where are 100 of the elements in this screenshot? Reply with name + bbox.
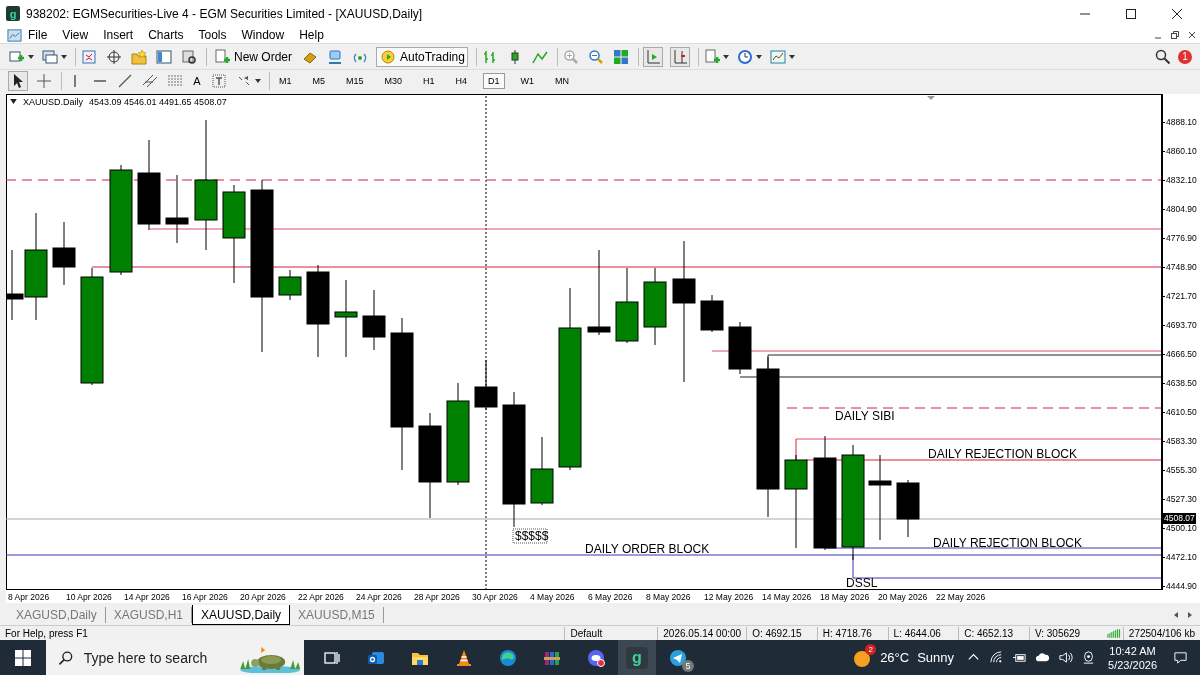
clock-date[interactable]: 5/23/2026	[1108, 657, 1157, 672]
app-icon: g	[6, 6, 20, 22]
scroll-marker-icon	[927, 95, 935, 100]
text-tool[interactable]: A	[191, 74, 203, 87]
search-field[interactable]: Type here to search	[81, 648, 236, 667]
browser-icon[interactable]	[498, 647, 518, 668]
menu-item[interactable]: File	[28, 28, 48, 43]
terminal-window-icon[interactable]	[155, 47, 173, 66]
current-price-label: 4508.07	[1163, 512, 1196, 524]
search-box[interactable]: Type here to search	[46, 640, 304, 675]
price-tick-label: 4693.70	[1166, 318, 1197, 331]
status-text: O: 4692.15	[746, 626, 817, 640]
timeframe-button[interactable]: H4	[450, 72, 473, 89]
caret-icon[interactable]	[61, 54, 67, 59]
window-title: 938202: EGMSecurities-Live 4 - EGM Securities Limited - [XAUUSD,Daily]	[26, 6, 423, 21]
zoom-out-icon[interactable]	[586, 47, 605, 66]
candle	[530, 436, 554, 506]
app-icon[interactable]: g	[626, 646, 648, 669]
market-watch-icon[interactable]	[80, 47, 98, 66]
chart-symbol: XAUUSD.Daily	[23, 96, 83, 107]
date-tick-label: 24 Apr 2026	[356, 591, 402, 602]
candle	[728, 321, 752, 375]
date-tick-label: 10 Apr 2026	[66, 591, 112, 602]
candle	[52, 221, 76, 286]
autotrading-icon	[379, 47, 397, 66]
price-tick-label: 4555.30	[1166, 463, 1197, 476]
speaker-icon[interactable]	[1058, 650, 1074, 665]
chart-label: DAILY SIBI	[835, 408, 895, 423]
scroll-right-icon[interactable]	[1186, 611, 1194, 620]
chart-label: $$$$$	[512, 528, 549, 544]
caret-icon[interactable]	[28, 54, 34, 59]
chart-tab[interactable]: XAGUSD,Daily	[8, 607, 106, 624]
date-tick-label: 16 Apr 2026	[182, 591, 228, 602]
menu-item[interactable]: Help	[299, 28, 324, 43]
navigator-icon[interactable]	[105, 47, 123, 66]
dropdown-icon[interactable]	[10, 99, 17, 105]
caret-icon[interactable]	[255, 78, 261, 83]
ohlc-values: 4543.09 4546.01 4491.65 4508.07	[89, 96, 227, 107]
price-tick-label: 4888.10	[1166, 115, 1197, 128]
date-tick-label: 18 May 2026	[820, 591, 870, 602]
auto-scroll-icon[interactable]	[669, 46, 690, 67]
new-order-button[interactable]: New Order	[211, 46, 294, 67]
date-tick-label: 22 May 2026	[936, 591, 986, 602]
chart-shift-icon[interactable]	[642, 46, 663, 67]
date-tick-label: 20 Apr 2026	[240, 591, 286, 602]
timeframe-button[interactable]: M1	[274, 72, 297, 89]
caret-icon[interactable]	[755, 54, 762, 59]
menu-item[interactable]: Insert	[103, 28, 134, 43]
timeframe-button[interactable]: M30	[379, 72, 408, 89]
price-tick-label: 4748.90	[1166, 260, 1197, 273]
strategy-tester-icon[interactable]	[180, 47, 198, 66]
candle	[165, 174, 189, 244]
text-label-icon[interactable]	[210, 71, 228, 90]
candle	[700, 294, 724, 333]
chart-label: DSSL	[846, 575, 878, 590]
server-icon[interactable]	[326, 47, 344, 66]
chart-label: DAILY REJECTION BLOCK	[928, 446, 1077, 461]
candle	[362, 289, 386, 351]
temperature-text[interactable]: 26°C	[880, 650, 910, 665]
menu-item[interactable]: Window	[241, 28, 285, 43]
search-icon[interactable]	[1154, 47, 1172, 66]
caret-icon[interactable]	[788, 54, 795, 59]
notifications-icon[interactable]	[1173, 650, 1188, 665]
autotrading-button[interactable]: AutoTrading	[376, 46, 468, 67]
status-text: For Help, press F1	[4, 626, 89, 640]
profiles-icon[interactable]	[41, 47, 59, 66]
caret-icon[interactable]	[722, 54, 729, 59]
timeframe-button[interactable]: MN	[550, 72, 575, 89]
notification-badge[interactable]: 1	[1178, 49, 1192, 64]
chart-tab[interactable]: XAUUSD,Daily	[192, 605, 291, 626]
date-tick-label: 22 Apr 2026	[298, 591, 344, 602]
timeframe-button[interactable]: W1	[515, 72, 540, 89]
timeframe-button[interactable]: M5	[307, 72, 331, 89]
tile-windows-icon[interactable]	[611, 47, 630, 66]
timeframe-button[interactable]: D1	[483, 72, 505, 89]
scroll-left-icon[interactable]	[1172, 611, 1180, 620]
status-text: Default	[564, 626, 658, 640]
date-tick-label: 4 May 2026	[530, 591, 575, 602]
price-tick-label: 4804.90	[1166, 202, 1197, 215]
notification-badge: 5	[682, 660, 694, 672]
chart-label: DAILY REJECTION BLOCK	[933, 535, 1082, 550]
price-tick-label: 4776.90	[1166, 231, 1197, 244]
chat-app-icon[interactable]	[586, 647, 606, 668]
date-tick-label: 6 May 2026	[588, 591, 633, 602]
cursor-icon[interactable]	[8, 70, 28, 91]
windows-start-icon[interactable]	[13, 647, 33, 668]
timeframe-button[interactable]: M15	[341, 72, 369, 89]
paper-plane-icon[interactable]	[668, 647, 688, 668]
price-tick-label: 4666.50	[1166, 347, 1197, 360]
search-icon	[58, 649, 74, 666]
chart-tab[interactable]: XAUUSD,M15	[290, 607, 384, 624]
restore-icon[interactable]	[1169, 29, 1181, 42]
timeframe-button[interactable]: H1	[418, 72, 440, 89]
menu-item[interactable]: View	[62, 28, 89, 43]
weather-condition[interactable]: Sunny	[917, 650, 955, 665]
menu-item[interactable]: Tools	[198, 28, 227, 43]
clock-time[interactable]: 10:42 AM	[1109, 643, 1156, 658]
date-tick-label: 12 May 2026	[704, 591, 754, 602]
clock-icon[interactable]	[735, 47, 754, 66]
menu-item[interactable]: Charts	[148, 28, 184, 43]
